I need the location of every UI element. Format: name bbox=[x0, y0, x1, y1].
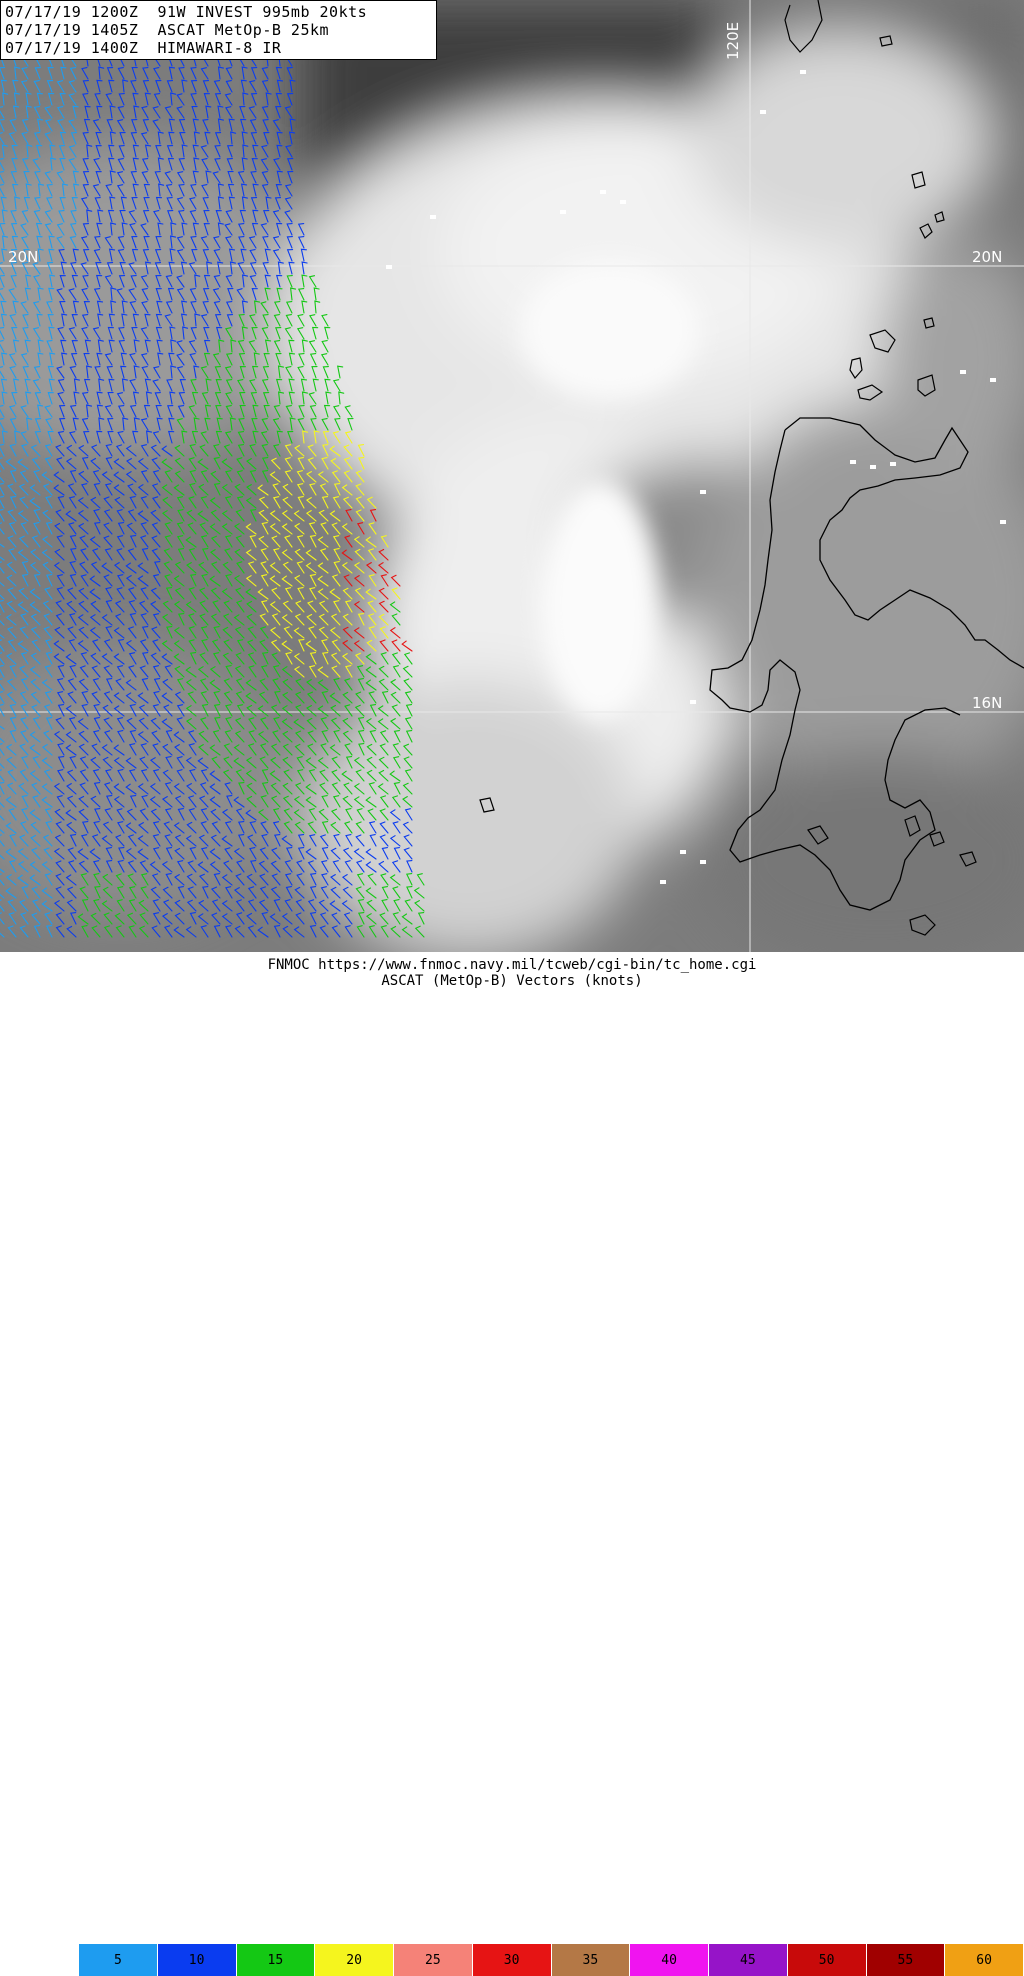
legend-title: ASCAT (MetOp-B) Vectors (knots) bbox=[381, 973, 643, 989]
legend-swatch-55: 55 bbox=[866, 1944, 946, 1976]
footer: FNMOC https://www.fnmoc.navy.mil/tcweb/c… bbox=[0, 952, 1024, 1976]
lon-label-120e: 120E bbox=[724, 22, 742, 60]
lat-label-16n: 16N bbox=[972, 694, 1002, 712]
footer-url: FNMOC https://www.fnmoc.navy.mil/tcweb/c… bbox=[267, 957, 757, 973]
header-line-ascat: 07/17/19 1405Z ASCAT MetOp-B 25km bbox=[5, 21, 330, 39]
header-line-invest: 07/17/19 1200Z 91W INVEST 995mb 20kts bbox=[5, 3, 368, 21]
legend-swatch-5: 5 bbox=[79, 1944, 158, 1976]
legend-swatch-45: 45 bbox=[709, 1944, 788, 1976]
image-header-box: 07/17/19 1200Z 91W INVEST 995mb 20kts 07… bbox=[0, 0, 437, 60]
legend-swatch-35: 35 bbox=[551, 1944, 631, 1976]
legend-swatch-10: 10 bbox=[157, 1944, 237, 1976]
wind-speed-color-legend: 5 10 15 20 25 30 35 40 45 50 55 60 bbox=[79, 1944, 1024, 1976]
legend-swatch-20: 20 bbox=[315, 1944, 394, 1976]
header-line-ir: 07/17/19 1400Z HIMAWARI-8 IR bbox=[5, 39, 282, 57]
legend-swatch-15: 15 bbox=[236, 1944, 316, 1976]
legend-swatch-50: 50 bbox=[787, 1944, 867, 1976]
legend-swatch-25: 25 bbox=[394, 1944, 473, 1976]
lat-label-20n: 20N bbox=[972, 248, 1002, 266]
satellite-ir-map: 120E 20N 20N 16N bbox=[0, 0, 1024, 952]
legend-swatch-40: 40 bbox=[630, 1944, 709, 1976]
legend-swatch-30: 30 bbox=[472, 1944, 552, 1976]
lat-label-20n-left: 20N bbox=[8, 248, 38, 266]
legend-swatch-60: 60 bbox=[945, 1944, 1024, 1976]
